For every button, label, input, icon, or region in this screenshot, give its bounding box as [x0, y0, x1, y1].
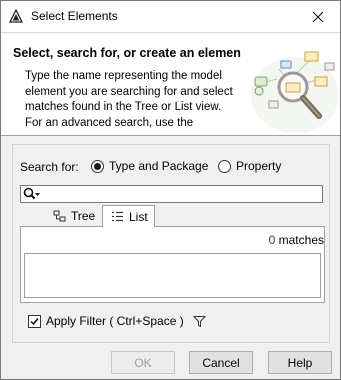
window-title: Select Elements [31, 9, 118, 23]
help-button[interactable]: Help [268, 351, 332, 374]
radio-circle-selected [91, 159, 104, 173]
apply-filter-checkbox[interactable]: Apply Filter ( Ctrl+Space ) [28, 314, 206, 328]
dialog-header: Select, search for, or create an elemen … [1, 32, 340, 136]
tab-list[interactable]: List [102, 205, 155, 227]
ok-button[interactable]: OK [111, 351, 175, 374]
header-title: Select, search for, or create an elemen [13, 46, 241, 60]
match-count-number: 0 [268, 233, 276, 247]
select-elements-dialog: Select Elements Select, search for, or c… [0, 0, 341, 380]
radio-type-and-package[interactable]: Type and Package [91, 157, 208, 175]
radio-property[interactable]: Property [218, 157, 281, 175]
tree-icon [53, 210, 66, 221]
app-logo-icon [9, 9, 23, 23]
radio-property-label: Property [236, 159, 282, 173]
header-description: Type the name representing the model ele… [25, 70, 233, 129]
search-dropdown-icon[interactable] [23, 187, 41, 201]
radio-type-and-package-label: Type and Package [109, 159, 209, 173]
filter-funnel-icon[interactable] [192, 315, 206, 328]
results-list[interactable] [24, 253, 321, 298]
search-input[interactable] [20, 185, 323, 203]
close-icon [312, 11, 324, 22]
tab-tree[interactable]: Tree [31, 206, 103, 226]
match-count-suffix: matches [278, 233, 324, 247]
cancel-button[interactable]: Cancel [189, 351, 253, 374]
radio-circle-unselected [218, 159, 231, 173]
title-bar: Select Elements [1, 1, 340, 32]
tab-list-label: List [129, 209, 148, 224]
close-button[interactable] [296, 1, 340, 32]
tab-tree-label: Tree [71, 209, 96, 223]
list-icon [112, 211, 123, 222]
checkbox-checked[interactable] [28, 314, 41, 328]
search-magnifier-illustration [251, 51, 339, 133]
apply-filter-label: Apply Filter ( Ctrl+Space ) [46, 314, 184, 328]
search-for-label: Search for: [20, 160, 79, 174]
match-count: 0 matches [269, 233, 324, 247]
